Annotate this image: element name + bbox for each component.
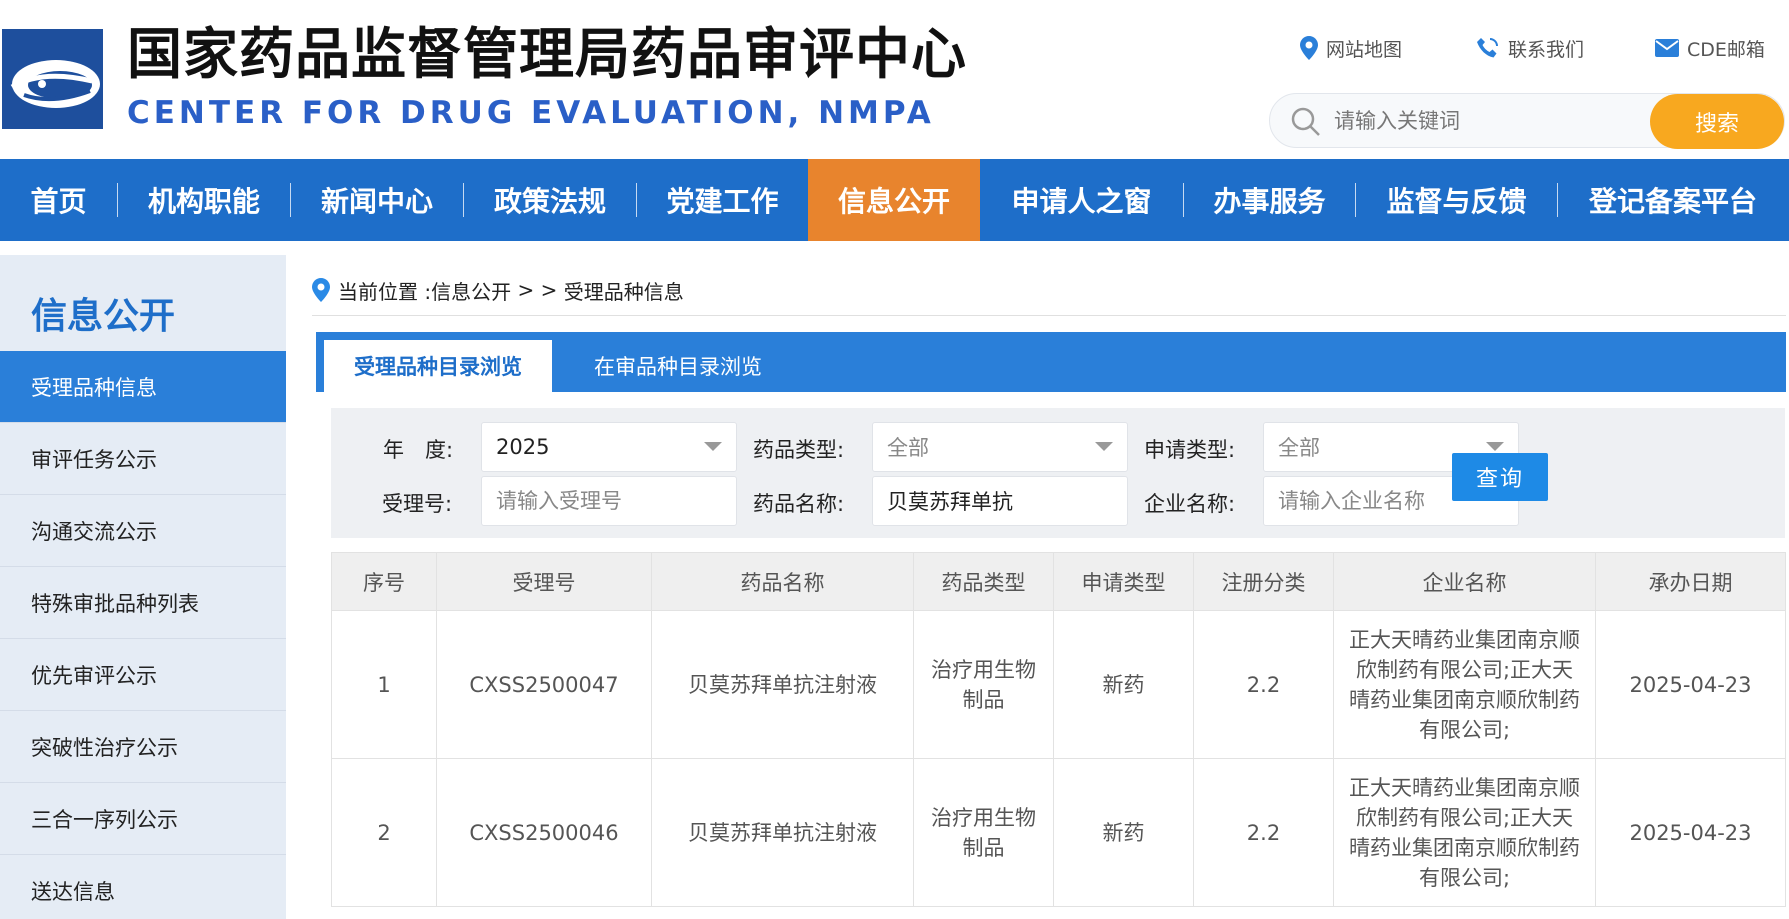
col-header-company: 企业名称 — [1333, 552, 1596, 611]
col-header-drug-type: 药品类型 — [913, 552, 1054, 611]
cell-company: 正大天晴药业集团南京顺欣制药有限公司;正大天晴药业集团南京顺欣制药有限公司; — [1333, 758, 1596, 907]
drug-type-select[interactable]: 全部 — [872, 422, 1128, 472]
cell-apply-type: 新药 — [1053, 758, 1194, 907]
accept-no-input[interactable] — [496, 489, 716, 513]
sidebar: 信息公开 受理品种信息 审评任务公示 沟通交流公示 特殊审批品种列表 优先审评公… — [0, 255, 286, 919]
contact-label: 联系我们 — [1508, 38, 1585, 61]
sidebar-item-communication[interactable]: 沟通交流公示 — [0, 495, 286, 567]
chevron-down-icon — [1486, 442, 1504, 451]
company-label: 企业名称: — [1144, 492, 1236, 516]
nav-item-home[interactable]: 首页 — [0, 159, 117, 241]
nav-item-party[interactable]: 党建工作 — [637, 159, 808, 241]
year-value: 2025 — [496, 435, 550, 459]
table-row: 2 CXSS2500046 贝莫苏拜单抗注射液 治疗用生物制品 新药 2.2 正… — [331, 758, 1786, 907]
sidebar-item-delivery[interactable]: 送达信息 — [0, 855, 286, 919]
breadcrumb-divider — [312, 315, 1786, 316]
nav-item-functions[interactable]: 机构职能 — [118, 159, 290, 241]
cell-drug-name: 贝莫苏拜单抗注射液 — [651, 758, 914, 907]
sidebar-item-special-approval[interactable]: 特殊审批品种列表 — [0, 567, 286, 639]
tab-accepted-catalog[interactable]: 受理品种目录浏览 — [324, 340, 552, 392]
cell-company: 正大天晴药业集团南京顺欣制药有限公司;正大天晴药业集团南京顺欣制药有限公司; — [1333, 610, 1596, 759]
tab-bar: 受理品种目录浏览 在审品种目录浏览 — [316, 332, 1786, 392]
breadcrumb: 当前位置 : 信息公开 > > 受理品种信息 — [312, 275, 684, 305]
site-title-cn: 国家药品监督管理局药品审评中心 — [127, 22, 968, 86]
contact-link[interactable]: 联系我们 — [1476, 33, 1584, 63]
accept-no-label: 受理号: — [382, 492, 453, 516]
sidebar-item-breakthrough[interactable]: 突破性治疗公示 — [0, 711, 286, 783]
table-header-row: 序号 受理号 药品名称 药品类型 申请类型 注册分类 企业名称 承办日期 — [331, 552, 1786, 611]
breadcrumb-prefix: 当前位置 : — [338, 279, 432, 304]
main-content: 当前位置 : 信息公开 > > 受理品种信息 受理品种目录浏览 在审品种目录浏览… — [312, 255, 1786, 919]
chevron-down-icon — [1095, 442, 1113, 451]
top-links: 网站地图 联系我们 CDE邮箱 — [1300, 33, 1780, 63]
nav-item-policy[interactable]: 政策法规 — [464, 159, 636, 241]
drug-type-value: 全部 — [887, 436, 929, 460]
map-pin-icon — [1300, 36, 1318, 60]
nav-item-services[interactable]: 办事服务 — [1184, 159, 1355, 241]
col-header-reg-class: 注册分类 — [1193, 552, 1334, 611]
cell-index: 1 — [331, 610, 437, 759]
site-header: 国家药品监督管理局药品审评中心 CENTER FOR DRUG EVALUATI… — [0, 0, 1789, 159]
results-table: 序号 受理号 药品名称 药品类型 申请类型 注册分类 企业名称 承办日期 1 C… — [331, 552, 1786, 907]
table-row: 1 CXSS2500047 贝莫苏拜单抗注射液 治疗用生物制品 新药 2.2 正… — [331, 610, 1786, 759]
sidebar-title: 信息公开 — [31, 296, 176, 337]
query-button[interactable]: 查询 — [1452, 453, 1548, 501]
sidebar-item-priority-review[interactable]: 优先审评公示 — [0, 639, 286, 711]
col-header-accept-no: 受理号 — [436, 552, 652, 611]
drug-name-field — [872, 476, 1128, 526]
col-header-apply-type: 申请类型 — [1053, 552, 1194, 611]
cde-logo[interactable] — [2, 29, 103, 129]
search-input[interactable] — [1334, 102, 1634, 140]
cde-mail-label: CDE邮箱 — [1687, 38, 1765, 61]
nav-item-applicant[interactable]: 申请人之窗 — [980, 159, 1183, 241]
sidebar-item-three-in-one[interactable]: 三合一序列公示 — [0, 783, 286, 855]
sidebar-item-review-tasks[interactable]: 审评任务公示 — [0, 423, 286, 495]
location-icon — [312, 278, 330, 302]
drug-type-label: 药品类型: — [753, 438, 845, 462]
nav-item-news[interactable]: 新闻中心 — [291, 159, 463, 241]
breadcrumb-section[interactable]: 信息公开 — [431, 276, 511, 305]
filter-panel: 年 度: 2025 药品类型: 全部 申请类型: 全部 受理号: 药品名称: 企… — [331, 408, 1785, 538]
drug-name-input[interactable] — [887, 489, 1107, 513]
phone-icon — [1477, 38, 1498, 58]
accept-no-field — [481, 476, 737, 526]
year-select[interactable]: 2025 — [481, 422, 737, 472]
col-header-drug-name: 药品名称 — [651, 552, 914, 611]
chevron-down-icon — [704, 442, 722, 451]
col-header-index: 序号 — [331, 552, 437, 611]
cell-date: 2025-04-23 — [1595, 610, 1786, 759]
main-nav: 首页 机构职能 新闻中心 政策法规 党建工作 信息公开 申请人之窗 办事服务 监… — [0, 159, 1789, 241]
site-search: 搜索 — [1269, 93, 1785, 149]
sidebar-list: 受理品种信息 审评任务公示 沟通交流公示 特殊审批品种列表 优先审评公示 突破性… — [0, 351, 286, 919]
cell-drug-name: 贝莫苏拜单抗注射液 — [651, 610, 914, 759]
cell-index: 2 — [331, 758, 437, 907]
cell-reg-class: 2.2 — [1193, 610, 1334, 759]
sidebar-item-accepted[interactable]: 受理品种信息 — [0, 351, 286, 423]
mail-icon — [1655, 39, 1679, 57]
breadcrumb-separator: > > — [511, 278, 564, 302]
cell-date: 2025-04-23 — [1595, 758, 1786, 907]
search-button[interactable]: 搜索 — [1650, 94, 1784, 149]
cell-drug-type: 治疗用生物制品 — [913, 610, 1054, 759]
cell-drug-type: 治疗用生物制品 — [913, 758, 1054, 907]
nav-item-registration[interactable]: 登记备案平台 — [1558, 159, 1788, 241]
cell-reg-class: 2.2 — [1193, 758, 1334, 907]
col-header-date: 承办日期 — [1595, 552, 1786, 611]
drug-name-label: 药品名称: — [753, 492, 845, 516]
site-map-link[interactable]: 网站地图 — [1300, 33, 1402, 63]
apply-type-label: 申请类型: — [1144, 438, 1236, 462]
cell-accept-no[interactable]: CXSS2500046 — [436, 758, 652, 907]
cde-mail-link[interactable]: CDE邮箱 — [1655, 33, 1765, 63]
site-map-label: 网站地图 — [1326, 38, 1403, 61]
cell-apply-type: 新药 — [1053, 610, 1194, 759]
tab-under-review-catalog[interactable]: 在审品种目录浏览 — [564, 340, 792, 392]
year-label: 年 度: — [383, 438, 454, 462]
search-icon — [1291, 107, 1320, 136]
apply-type-value: 全部 — [1278, 436, 1320, 460]
cell-accept-no[interactable]: CXSS2500047 — [436, 610, 652, 759]
breadcrumb-current: 受理品种信息 — [563, 279, 684, 304]
site-title-en: CENTER FOR DRUG EVALUATION, NMPA — [127, 95, 935, 131]
nav-item-supervision[interactable]: 监督与反馈 — [1356, 159, 1557, 241]
nav-item-info-disclosure[interactable]: 信息公开 — [808, 159, 980, 241]
